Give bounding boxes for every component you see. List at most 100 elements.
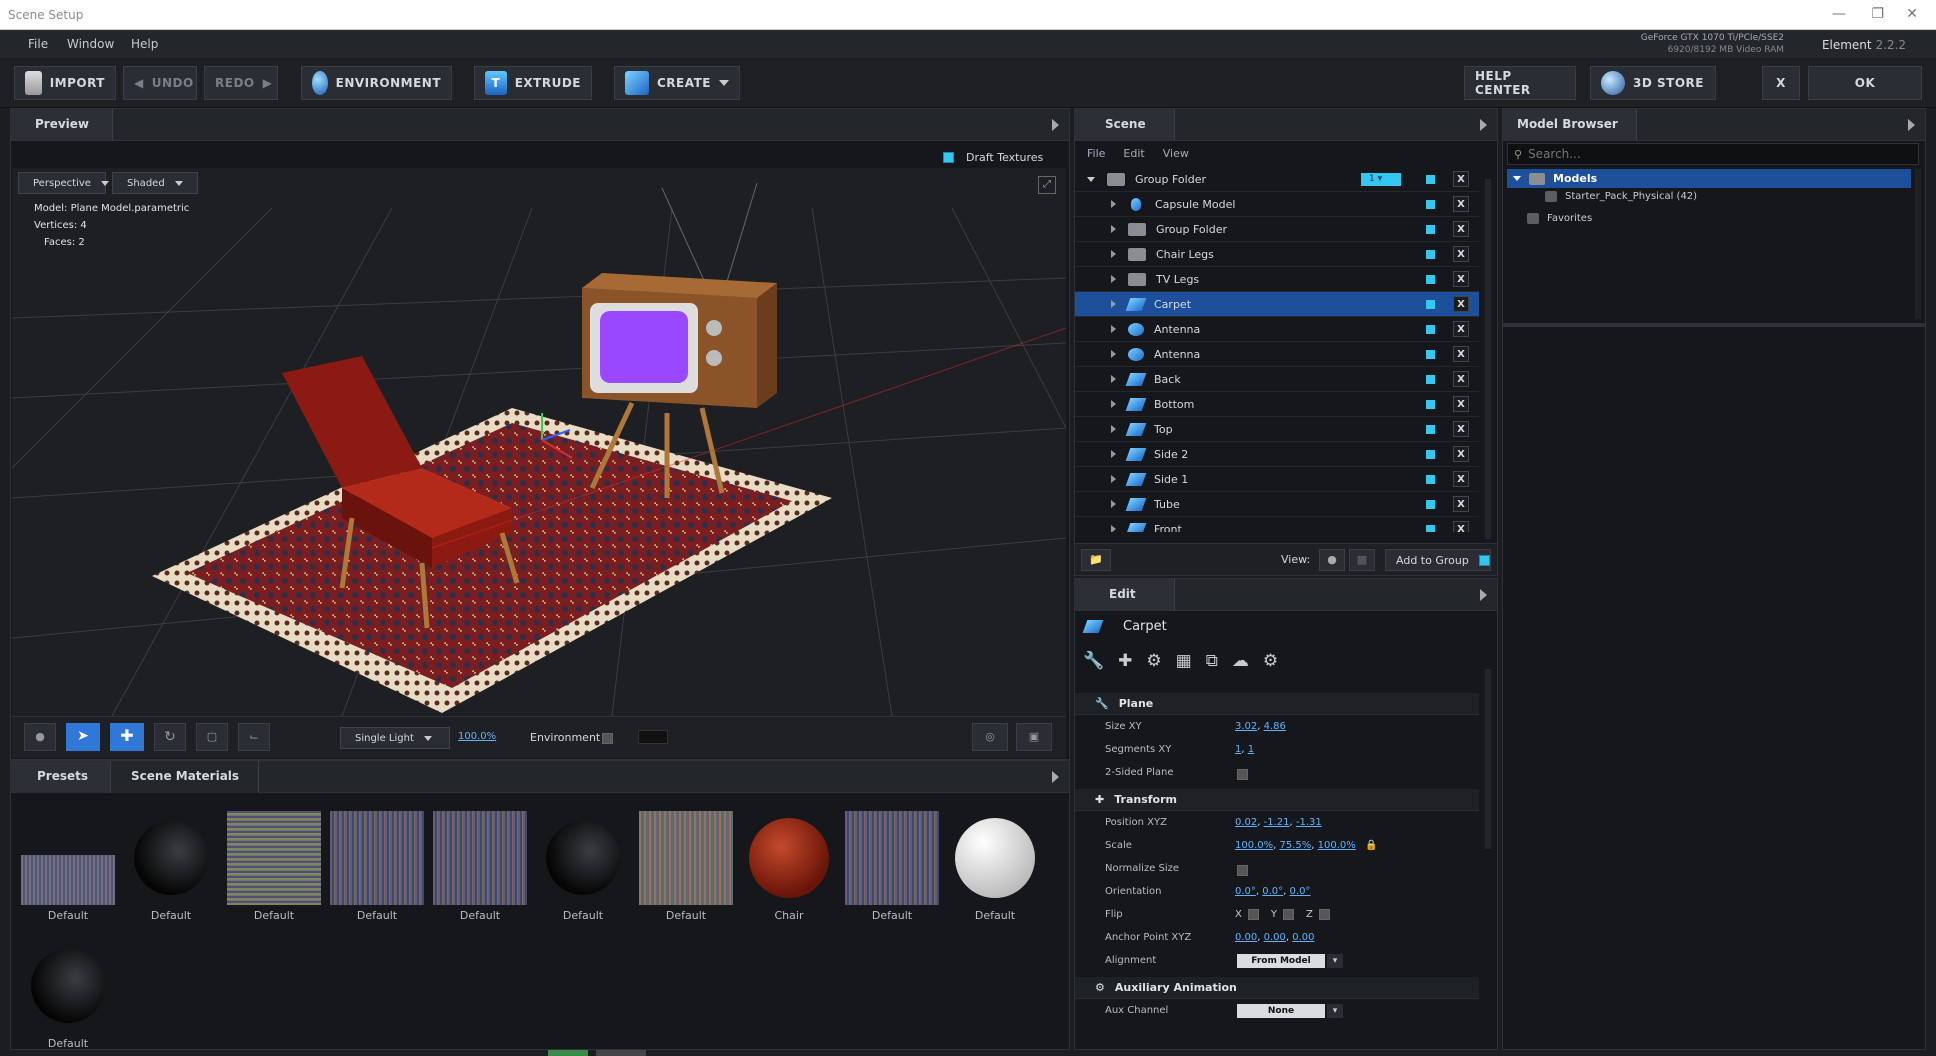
expand-arrow-icon[interactable] [1111, 325, 1116, 333]
search-box[interactable]: ⚲ [1507, 143, 1919, 165]
tab-edit[interactable]: Edit [1075, 579, 1175, 611]
visibility-toggle[interactable] [1426, 225, 1435, 234]
expand-arrow-icon[interactable] [1111, 200, 1116, 208]
shading-dropdown[interactable]: Shaded [112, 172, 198, 194]
undo-button[interactable]: ◀ UNDO [123, 66, 197, 100]
delete-icon[interactable]: X [1453, 396, 1469, 412]
panel-collapse-icon[interactable] [1052, 119, 1059, 131]
expand-arrow-icon[interactable] [1513, 176, 1521, 181]
size-x-value[interactable]: 3.02 [1235, 721, 1257, 732]
position-x-value[interactable]: 0.02 [1235, 817, 1257, 828]
anchor-x-value[interactable]: 0.00 [1235, 932, 1257, 943]
segments-x-value[interactable]: 1 [1235, 744, 1241, 755]
minimize-icon[interactable]: — [1832, 6, 1846, 22]
scene-row[interactable]: Top X [1075, 417, 1479, 442]
flip-z-checkbox[interactable] [1318, 909, 1330, 920]
light-dropdown[interactable]: Single Light [340, 727, 450, 749]
scene-row[interactable]: Back X [1075, 367, 1479, 392]
expand-arrow-icon[interactable] [1111, 250, 1116, 258]
3d-store-button[interactable]: 3D STORE [1590, 66, 1716, 100]
tree-models[interactable]: Models [1507, 169, 1911, 188]
tree-starter-pack[interactable]: Starter_Pack_Physical (42) [1545, 191, 1697, 202]
scale-z-value[interactable]: 100.0% [1318, 840, 1356, 851]
expand-arrow-icon[interactable] [1111, 525, 1116, 532]
aux-channel-dropdown[interactable]: None ▾ [1237, 1004, 1343, 1018]
menu-window[interactable]: Window [67, 37, 114, 51]
panel-collapse-icon[interactable] [1908, 119, 1915, 131]
move-tool-icon[interactable]: ✚ [110, 723, 144, 751]
deform-icon[interactable]: ☁ [1232, 651, 1249, 671]
position-z-value[interactable]: -1.31 [1296, 817, 1322, 828]
flip-x-checkbox[interactable] [1247, 909, 1259, 920]
environment-button[interactable]: ENVIRONMENT [301, 66, 452, 100]
sphere-view-icon[interactable]: ● [1319, 549, 1345, 571]
axis-tool-icon[interactable]: ⌙ [238, 723, 270, 751]
import-button[interactable]: IMPORT [14, 66, 116, 100]
scene-menu-edit[interactable]: Edit [1123, 147, 1144, 160]
settings-icon[interactable]: ⚙ [1263, 651, 1278, 671]
transform-section-header[interactable]: ✚ Transform [1075, 789, 1479, 811]
panel-collapse-icon[interactable] [1480, 589, 1487, 601]
target-icon[interactable]: ◎ [972, 723, 1008, 751]
checker-icon[interactable]: ▦ [1176, 651, 1192, 671]
delete-icon[interactable]: X [1453, 496, 1469, 512]
tab-preview[interactable]: Preview [11, 109, 113, 141]
scene-row[interactable]: TV Legs X [1075, 267, 1479, 292]
material-swatch[interactable]: Default [433, 811, 527, 922]
menu-help[interactable]: Help [131, 37, 158, 51]
scene-menu-file[interactable]: File [1087, 147, 1105, 160]
scene-row[interactable]: Capsule Model X [1075, 192, 1479, 217]
visibility-toggle[interactable] [1426, 400, 1435, 409]
uv-map-icon[interactable]: ⧉ [1206, 651, 1218, 671]
panel-collapse-icon[interactable] [1052, 771, 1059, 783]
expand-arrow-icon[interactable] [1111, 425, 1116, 433]
orientation-z-value[interactable]: 0.0° [1290, 886, 1311, 897]
environment-checkbox[interactable] [602, 733, 613, 744]
camera-dropdown[interactable]: Perspective [18, 172, 109, 194]
tab-presets[interactable]: Presets [11, 761, 111, 793]
lock-view-icon[interactable]: ▩ [1349, 549, 1375, 571]
expand-arrow-icon[interactable] [1111, 350, 1116, 358]
anchor-z-value[interactable]: 0.00 [1292, 932, 1314, 943]
lock-icon[interactable]: 🔒 [1365, 840, 1377, 851]
material-swatch[interactable]: Default [124, 811, 218, 922]
delete-icon[interactable]: X [1453, 171, 1469, 187]
scene-row[interactable]: Front X [1075, 517, 1479, 532]
expand-arrow-icon[interactable] [1087, 176, 1095, 182]
visibility-toggle[interactable] [1426, 250, 1435, 259]
orientation-x-value[interactable]: 0.0° [1235, 886, 1256, 897]
camera-icon[interactable]: ● [24, 723, 56, 751]
tree-favorites[interactable]: Favorites [1527, 213, 1592, 224]
delete-icon[interactable]: X [1453, 271, 1469, 287]
plane-section-header[interactable]: 🔧 Plane [1075, 693, 1479, 715]
scene-root-row[interactable]: Group Folder 1 ▾ X [1075, 167, 1479, 192]
size-y-value[interactable]: 4.86 [1264, 721, 1286, 732]
delete-icon[interactable]: X [1453, 246, 1469, 262]
material-swatch[interactable]: Default [21, 939, 115, 1047]
delete-icon[interactable]: X [1453, 221, 1469, 237]
browser-scrollbar[interactable] [1915, 169, 1921, 319]
gears-icon[interactable]: ⚙ [1146, 651, 1161, 671]
layer-selector[interactable]: 1 ▾ [1361, 173, 1401, 186]
material-swatch[interactable]: Default [639, 811, 733, 922]
scene-row[interactable]: Group Folder X [1075, 217, 1479, 242]
position-y-value[interactable]: -1.21 [1264, 817, 1290, 828]
draft-textures-toggle[interactable]: Draft Textures [943, 151, 1043, 164]
material-swatch[interactable]: Default [21, 811, 115, 922]
expand-arrow-icon[interactable] [1111, 275, 1116, 283]
material-swatch[interactable]: Default [227, 811, 321, 922]
light-intensity[interactable]: 100.0% [458, 731, 496, 742]
menu-file[interactable]: File [28, 37, 48, 51]
help-center-button[interactable]: HELP CENTER [1464, 66, 1576, 100]
segments-y-value[interactable]: 1 [1248, 744, 1254, 755]
scene-row[interactable]: Carpet X [1075, 292, 1479, 317]
tab-scene-materials[interactable]: Scene Materials [111, 761, 259, 793]
visibility-toggle[interactable] [1426, 300, 1435, 309]
visibility-toggle[interactable] [1426, 525, 1435, 532]
scene-row[interactable]: Side 2 X [1075, 442, 1479, 467]
delete-icon[interactable]: X [1453, 446, 1469, 462]
restore-icon[interactable]: ❐ [1871, 6, 1884, 22]
expand-arrow-icon[interactable] [1111, 450, 1116, 458]
visibility-toggle[interactable] [1426, 275, 1435, 284]
expand-arrow-icon[interactable] [1111, 475, 1116, 483]
